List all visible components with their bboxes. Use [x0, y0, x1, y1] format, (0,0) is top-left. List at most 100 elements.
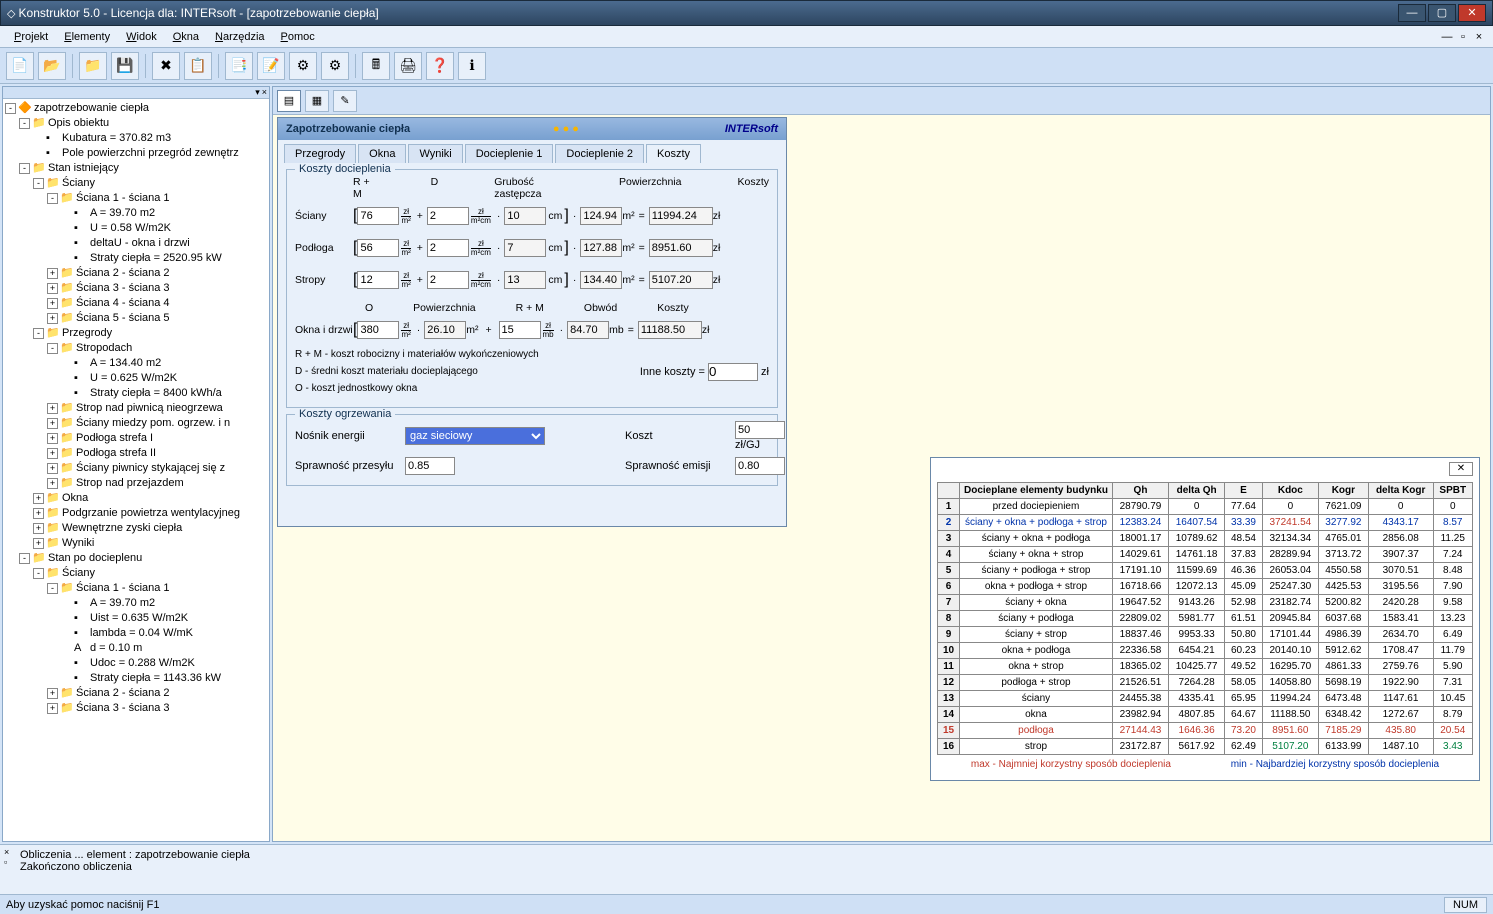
mdi-close[interactable]: ×: [1471, 31, 1487, 43]
tree-node[interactable]: ▪U = 0.625 W/m2K: [5, 371, 267, 386]
node-label[interactable]: U = 0.58 W/m2K: [90, 222, 171, 234]
node-label[interactable]: A = 39.70 m2: [90, 207, 155, 219]
tree-node[interactable]: Ad = 0.10 m: [5, 641, 267, 656]
node-label[interactable]: Podłoga strefa I: [76, 432, 153, 444]
toolbar-btn-10[interactable]: 🖩: [362, 52, 390, 80]
node-label[interactable]: Opis obiektu: [48, 117, 109, 129]
node-label[interactable]: Straty ciepła = 8400 kWh/a: [90, 387, 222, 399]
node-label[interactable]: Wewnętrzne zyski ciepła: [62, 522, 182, 534]
tab-koszty[interactable]: Koszty: [646, 144, 701, 163]
toolbar-btn-9[interactable]: ⚙: [321, 52, 349, 80]
node-label[interactable]: Ściany piwnicy stykającej się z: [76, 462, 225, 474]
expand-icon[interactable]: +: [47, 463, 58, 474]
node-label[interactable]: Straty ciepła = 1143.36 kW: [90, 672, 221, 684]
expand-icon[interactable]: +: [47, 298, 58, 309]
menu-widok[interactable]: Widok: [118, 29, 165, 45]
sprawnosc-przesylu-input[interactable]: [405, 457, 455, 475]
tree-node[interactable]: ▪A = 39.70 m2: [5, 206, 267, 221]
menu-pomoc[interactable]: Pomoc: [273, 29, 323, 45]
tree-node[interactable]: +📁Ściany piwnicy stykającej się z: [5, 461, 267, 476]
node-label[interactable]: A = 39.70 m2: [90, 597, 155, 609]
tree-node[interactable]: -📁Stan po docieplenu: [5, 551, 267, 566]
tree-node[interactable]: ▪Uist = 0.635 W/m2K: [5, 611, 267, 626]
tree-node[interactable]: -📁Opis obiektu: [5, 116, 267, 131]
tree-close-icon[interactable]: ×: [262, 87, 267, 98]
node-label[interactable]: Ściana 1 - ściana 1: [76, 582, 170, 594]
node-label[interactable]: Straty ciepła = 2520.95 kW: [90, 252, 222, 264]
menu-narzedzia[interactable]: Narzędzia: [207, 29, 273, 45]
node-label[interactable]: Ściana 3 - ściana 3: [76, 702, 170, 714]
mdi-minimize[interactable]: —: [1439, 31, 1455, 43]
tree-node[interactable]: +📁Wewnętrzne zyski ciepła: [5, 521, 267, 536]
node-label[interactable]: lambda = 0.04 W/mK: [90, 627, 193, 639]
okna-o-input[interactable]: [357, 321, 399, 339]
tree-node[interactable]: +📁Podgrzanie powietrza wentylacyjneg: [5, 506, 267, 521]
node-label[interactable]: Podłoga strefa II: [76, 447, 156, 459]
node-label[interactable]: Strop nad piwnicą nieogrzewa: [76, 402, 223, 414]
tree-node[interactable]: +📁Ściana 2 - ściana 2: [5, 686, 267, 701]
toolbar-btn-6[interactable]: 📑: [225, 52, 253, 80]
tree-node[interactable]: ▪lambda = 0.04 W/mK: [5, 626, 267, 641]
tree-node[interactable]: ▪Straty ciepła = 8400 kWh/a: [5, 386, 267, 401]
node-label[interactable]: Pole powierzchni przegród zewnętrz: [62, 147, 239, 159]
tree-node[interactable]: +📁Podłoga strefa I: [5, 431, 267, 446]
tree-node[interactable]: +📁Ściany miedzy pom. ogrzew. i n: [5, 416, 267, 431]
expand-icon[interactable]: +: [47, 703, 58, 714]
node-label[interactable]: Okna: [62, 492, 88, 504]
node-label[interactable]: Uist = 0.635 W/m2K: [90, 612, 188, 624]
tree-node[interactable]: -📁Ściana 1 - ściana 1: [5, 581, 267, 596]
expand-icon[interactable]: -: [5, 103, 16, 114]
expand-icon[interactable]: -: [33, 328, 44, 339]
tree-node[interactable]: ▪U = 0.58 W/m2K: [5, 221, 267, 236]
view-report-button[interactable]: ▦: [305, 90, 329, 112]
tree-node[interactable]: +📁Ściana 5 - ściana 5: [5, 311, 267, 326]
node-label[interactable]: Stropodach: [76, 342, 132, 354]
expand-icon[interactable]: +: [47, 418, 58, 429]
tab-przegrody[interactable]: Przegrody: [284, 144, 356, 163]
view-edit-button[interactable]: ✎: [333, 90, 357, 112]
tree-node[interactable]: ▪Udoc = 0.288 W/m2K: [5, 656, 267, 671]
tree-node[interactable]: +📁Ściana 3 - ściana 3: [5, 281, 267, 296]
minimize-button[interactable]: —: [1398, 4, 1426, 22]
node-label[interactable]: Ściana 1 - ściana 1: [76, 192, 170, 204]
tree-node[interactable]: ▪Straty ciepła = 2520.95 kW: [5, 251, 267, 266]
toolbar-btn-5[interactable]: 📋: [184, 52, 212, 80]
tree-node[interactable]: +📁Ściana 4 - ściana 4: [5, 296, 267, 311]
toolbar-btn-1[interactable]: 📂: [38, 52, 66, 80]
node-label[interactable]: Ściana 3 - ściana 3: [76, 282, 170, 294]
expand-icon[interactable]: +: [47, 478, 58, 489]
d-input[interactable]: [427, 207, 469, 225]
expand-icon[interactable]: +: [33, 493, 44, 504]
menu-okna[interactable]: Okna: [165, 29, 207, 45]
toolbar-btn-2[interactable]: 📁: [79, 52, 107, 80]
expand-icon[interactable]: -: [47, 193, 58, 204]
node-label[interactable]: Ściana 4 - ściana 4: [76, 297, 170, 309]
tree-node[interactable]: -📁Ściany: [5, 176, 267, 191]
toolbar-btn-4[interactable]: ✖: [152, 52, 180, 80]
expand-icon[interactable]: +: [47, 403, 58, 414]
tree-node[interactable]: ▪A = 134.40 m2: [5, 356, 267, 371]
menu-elementy[interactable]: Elementy: [56, 29, 118, 45]
node-label[interactable]: Ściany: [62, 567, 95, 579]
table-close-button[interactable]: ✕: [1449, 462, 1473, 476]
tab-wyniki[interactable]: Wyniki: [408, 144, 462, 163]
tree-node[interactable]: +📁Ściana 3 - ściana 3: [5, 701, 267, 716]
expand-icon[interactable]: +: [47, 268, 58, 279]
tree-node[interactable]: +📁Strop nad piwnicą nieogrzewa: [5, 401, 267, 416]
expand-icon[interactable]: -: [47, 343, 58, 354]
tree-node[interactable]: -📁Ściana 1 - ściana 1: [5, 191, 267, 206]
node-label[interactable]: Przegrody: [62, 327, 112, 339]
tree-node[interactable]: +📁Strop nad przejazdem: [5, 476, 267, 491]
rm-input[interactable]: [357, 207, 399, 225]
expand-icon[interactable]: -: [47, 583, 58, 594]
expand-icon[interactable]: -: [19, 118, 30, 129]
expand-icon[interactable]: +: [47, 313, 58, 324]
node-label[interactable]: Udoc = 0.288 W/m2K: [90, 657, 195, 669]
d-input[interactable]: [427, 271, 469, 289]
toolbar-btn-7[interactable]: 📝: [257, 52, 285, 80]
tree-node[interactable]: +📁Ściana 2 - ściana 2: [5, 266, 267, 281]
tree-node[interactable]: ▪A = 39.70 m2: [5, 596, 267, 611]
node-label[interactable]: Podgrzanie powietrza wentylacyjneg: [62, 507, 240, 519]
tree-node[interactable]: ▪Pole powierzchni przegród zewnętrz: [5, 146, 267, 161]
expand-icon[interactable]: +: [33, 538, 44, 549]
